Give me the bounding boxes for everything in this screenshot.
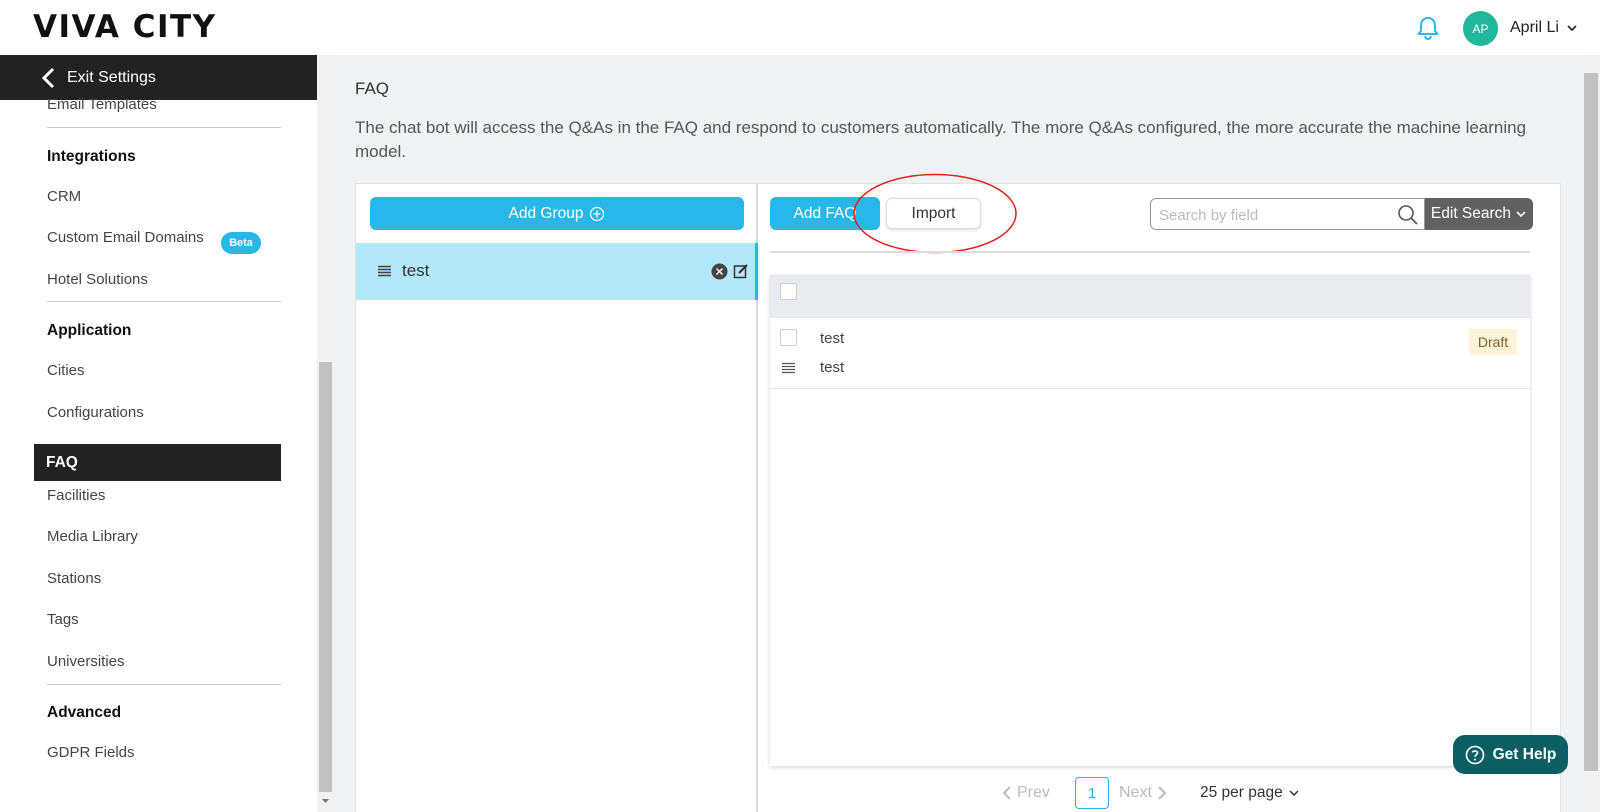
sidebar-item-facilities[interactable]: Facilities xyxy=(47,487,105,504)
sidebar-item-hotel-solutions[interactable]: Hotel Solutions xyxy=(47,271,148,288)
sidebar-item-email-templates[interactable]: Email Templates xyxy=(47,96,157,113)
exit-settings-button[interactable]: Exit Settings xyxy=(0,55,334,100)
group-item[interactable]: test xyxy=(356,243,758,300)
toolbar-divider xyxy=(770,251,1530,253)
sidebar-section-integrations: Integrations xyxy=(47,148,136,165)
top-bar: VIVA CITY AP April Li xyxy=(0,0,1600,55)
sidebar-scrollbar-thumb[interactable] xyxy=(319,362,332,792)
sidebar-divider xyxy=(47,684,281,685)
chevron-down-icon[interactable] xyxy=(1565,21,1579,35)
group-name: test xyxy=(402,261,430,280)
drag-handle-icon[interactable] xyxy=(377,265,392,277)
sidebar-divider xyxy=(47,301,281,302)
pagination-page-current[interactable]: 1 xyxy=(1075,777,1109,809)
bell-icon[interactable] xyxy=(1414,14,1442,42)
edit-icon[interactable] xyxy=(733,263,749,279)
get-help-label: Get Help xyxy=(1492,745,1557,763)
search-input[interactable] xyxy=(1159,205,1389,225)
sidebar-section-application: Application xyxy=(47,322,132,339)
drag-handle-icon[interactable] xyxy=(781,362,796,374)
next-label: Next xyxy=(1119,784,1152,801)
help-circle-icon xyxy=(1465,745,1484,764)
page-description: The chat bot will access the Q&As in the… xyxy=(355,118,1527,161)
prev-label: Prev xyxy=(1017,784,1050,801)
sidebar-item-custom-email-domains[interactable]: Custom Email Domains xyxy=(47,229,204,246)
table-header xyxy=(770,275,1530,318)
sidebar-item-faq[interactable]: FAQ xyxy=(34,444,281,481)
chevron-down-icon xyxy=(1516,211,1526,218)
avatar[interactable]: AP xyxy=(1463,11,1498,46)
search-box xyxy=(1150,198,1425,230)
status-badge: Draft xyxy=(1469,329,1517,355)
faq-question[interactable]: test xyxy=(820,330,844,347)
search-icon[interactable] xyxy=(1397,204,1419,226)
per-page-select[interactable]: 25 per page xyxy=(1200,784,1299,802)
get-help-button[interactable]: Get Help xyxy=(1453,735,1568,774)
sidebar-section-advanced: Advanced xyxy=(47,704,122,721)
faq-panel: Add Group test Add FAQ Import Search by … xyxy=(355,173,1561,812)
add-group-button[interactable]: Add Group xyxy=(370,197,744,230)
edit-search-button[interactable]: Edit Search xyxy=(1425,198,1533,230)
main-content: FAQ The chat bot will access the Q&As in… xyxy=(334,55,1582,812)
chevron-down-icon xyxy=(1289,790,1299,797)
scroll-down-arrow-icon[interactable] xyxy=(319,796,332,806)
plus-circle-icon xyxy=(590,206,605,221)
annotation-circle xyxy=(853,173,1017,254)
row-divider xyxy=(770,388,1530,389)
sidebar-divider xyxy=(47,127,281,128)
pagination-prev[interactable]: Prev xyxy=(1001,784,1050,802)
faq-table: test test Draft xyxy=(770,275,1530,766)
beta-badge: Beta xyxy=(221,232,261,254)
user-name[interactable]: April Li xyxy=(1510,19,1559,37)
sidebar-item-stations[interactable]: Stations xyxy=(47,570,101,587)
row-checkbox[interactable] xyxy=(780,329,797,346)
sidebar-item-gdpr-fields[interactable]: GDPR Fields xyxy=(47,744,135,761)
edit-search-label: Edit Search xyxy=(1430,205,1512,222)
faq-answer: test xyxy=(820,359,845,376)
sidebar-item-media-library[interactable]: Media Library xyxy=(47,528,138,545)
sidebar-item-universities[interactable]: Universities xyxy=(47,653,125,670)
add-group-label: Add Group xyxy=(508,204,584,222)
chevron-right-icon xyxy=(1158,786,1167,800)
sidebar-item-tags[interactable]: Tags xyxy=(47,611,79,628)
select-all-checkbox[interactable] xyxy=(780,283,797,300)
app-logo[interactable]: VIVA CITY xyxy=(33,9,217,45)
chevron-left-icon xyxy=(41,67,55,89)
delete-circle-icon[interactable] xyxy=(711,263,728,280)
pagination-next[interactable]: Next xyxy=(1119,784,1168,802)
page-scrollbar-thumb[interactable] xyxy=(1584,73,1598,771)
page-title: FAQ xyxy=(355,79,390,98)
per-page-label: 25 per page xyxy=(1200,784,1283,801)
sidebar-item-crm[interactable]: CRM xyxy=(47,188,81,205)
sidebar-item-configurations[interactable]: Configurations xyxy=(47,404,144,421)
sidebar-item-cities[interactable]: Cities xyxy=(47,362,85,379)
chevron-left-icon xyxy=(1002,786,1011,800)
exit-settings-label: Exit Settings xyxy=(67,69,156,86)
settings-sidebar: Exit Settings Email Templates Integratio… xyxy=(0,55,334,812)
groups-pane: Add Group test xyxy=(356,184,758,812)
